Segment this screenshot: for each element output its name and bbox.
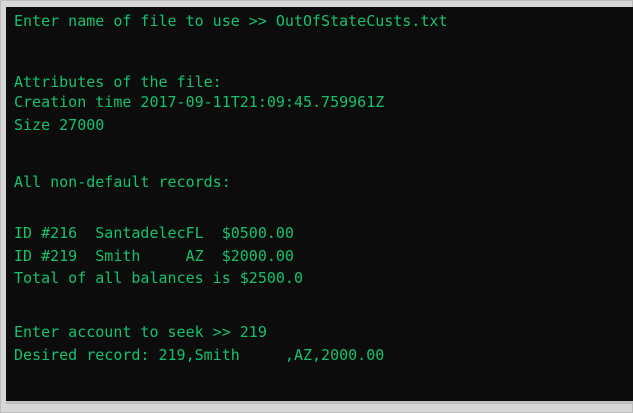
console-window: Enter name of file to use >> OutOfStateC… [0,0,633,413]
console-line-total-balances: Total of all balances is $2500.0 [14,269,303,287]
console-line-size: Size 27000 [14,116,105,134]
console-line-desired-record: Desired record: 219,Smith ,AZ,2000.00 [14,346,385,364]
console-line-record-219: ID #219 Smith AZ $2000.00 [14,247,294,265]
console-line-seek-prompt: Enter account to seek >> 219 [14,323,267,341]
console-line-file-prompt: Enter name of file to use >> OutOfStateC… [14,12,448,30]
console-line-record-216: ID #216 SantadelecFL $0500.00 [14,224,294,242]
console-line-records-header: All non-default records: [14,173,231,191]
console-line-attributes-header: Attributes of the file: [14,73,222,91]
console-output[interactable]: Enter name of file to use >> OutOfStateC… [6,7,633,404]
console-line-creation-time: Creation time 2017-09-11T21:09:45.759961… [14,93,385,111]
